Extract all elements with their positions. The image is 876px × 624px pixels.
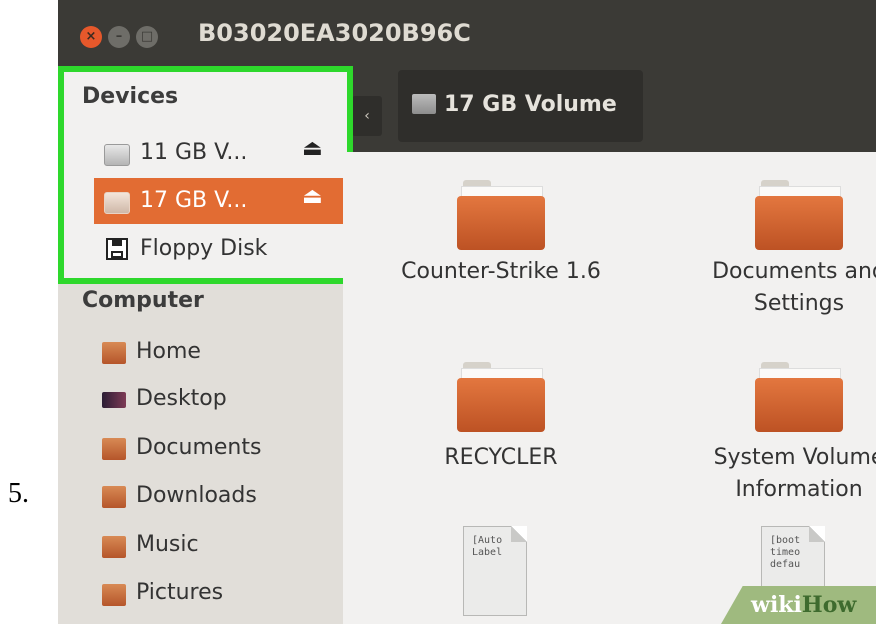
file-label-line: Documents and (712, 259, 876, 284)
downloads-folder-icon (102, 486, 126, 508)
file-label[interactable]: System Volume Information (669, 442, 876, 506)
folder-icon[interactable] (457, 362, 545, 432)
path-bar-label: 17 GB Volume (444, 92, 617, 117)
home-folder-icon (102, 342, 126, 364)
title-bar: × – □ B03020EA3020B96C (58, 0, 876, 66)
close-icon: × (85, 29, 97, 44)
music-folder-icon (102, 536, 126, 558)
minimize-icon: – (115, 29, 123, 44)
drive-icon (104, 144, 130, 166)
documents-folder-icon (102, 438, 126, 460)
sidebar-item-desktop[interactable]: Desktop (136, 386, 227, 411)
file-view: Counter-Strike 1.6 Documents and Setting… (343, 152, 876, 624)
sidebar-item-label: Floppy Disk (140, 236, 268, 261)
file-label-line: Information (735, 477, 863, 502)
sidebar-item-home[interactable]: Home (136, 339, 201, 364)
desktop-icon (102, 392, 126, 408)
text-file-icon[interactable]: [Auto Label (463, 526, 527, 616)
sidebar-item-music[interactable]: Music (136, 532, 199, 557)
floppy-icon (106, 238, 128, 260)
file-label[interactable]: RECYCLER (371, 442, 631, 474)
step-number: 5. (8, 478, 29, 509)
folder-icon[interactable] (457, 180, 545, 250)
sidebar-item-downloads[interactable]: Downloads (136, 483, 257, 508)
folder-icon[interactable] (755, 362, 843, 432)
eject-icon[interactable]: ⏏ (302, 136, 323, 161)
path-bar-button[interactable]: 17 GB Volume (398, 70, 643, 142)
drive-icon (104, 192, 130, 214)
file-preview-line: [boot (770, 535, 801, 546)
eject-icon[interactable]: ⏏ (302, 184, 323, 209)
sidebar-item-17gb-volume[interactable]: 17 GB V... ⏏ (94, 178, 347, 224)
drive-icon (412, 94, 436, 114)
sidebar-item-label: 11 GB V... (140, 140, 248, 165)
maximize-button[interactable]: □ (136, 26, 158, 48)
devices-heading: Devices (82, 84, 179, 109)
file-manager-window: × – □ B03020EA3020B96C ‹ 17 GB Volume Co… (58, 0, 876, 624)
wikihow-watermark: wikiHow (721, 586, 876, 624)
file-label-line: Settings (753, 291, 845, 316)
close-button[interactable]: × (80, 26, 102, 48)
file-label[interactable]: Documents and Settings (669, 256, 876, 320)
file-preview-line: [Auto (472, 535, 503, 546)
folder-icon[interactable] (755, 180, 843, 250)
sidebar-item-label: 17 GB V... (140, 188, 248, 213)
sidebar-item-floppy-disk[interactable]: Floppy Disk (94, 226, 347, 272)
file-preview-line: Label (472, 547, 503, 558)
file-preview-line: defau (770, 559, 801, 570)
back-arrow-button[interactable]: ‹ (352, 96, 382, 136)
sidebar-item-documents[interactable]: Documents (136, 435, 261, 460)
sidebar-item-11gb-volume[interactable]: 11 GB V... ⏏ (94, 130, 347, 176)
devices-section-highlight: Devices 11 GB V... ⏏ 17 GB V... ⏏ Floppy… (58, 66, 353, 284)
watermark-how: How (801, 592, 857, 618)
sidebar-item-pictures[interactable]: Pictures (136, 580, 223, 605)
watermark-wiki: wiki (751, 592, 802, 618)
minimize-button[interactable]: – (108, 26, 130, 48)
pictures-folder-icon (102, 584, 126, 606)
file-label-line: System Volume (713, 445, 876, 470)
window-title: B03020EA3020B96C (198, 19, 471, 47)
computer-heading: Computer (82, 288, 204, 313)
file-label[interactable]: Counter-Strike 1.6 (371, 256, 631, 288)
maximize-icon: □ (140, 29, 154, 44)
file-preview-line: timeo (770, 547, 801, 558)
